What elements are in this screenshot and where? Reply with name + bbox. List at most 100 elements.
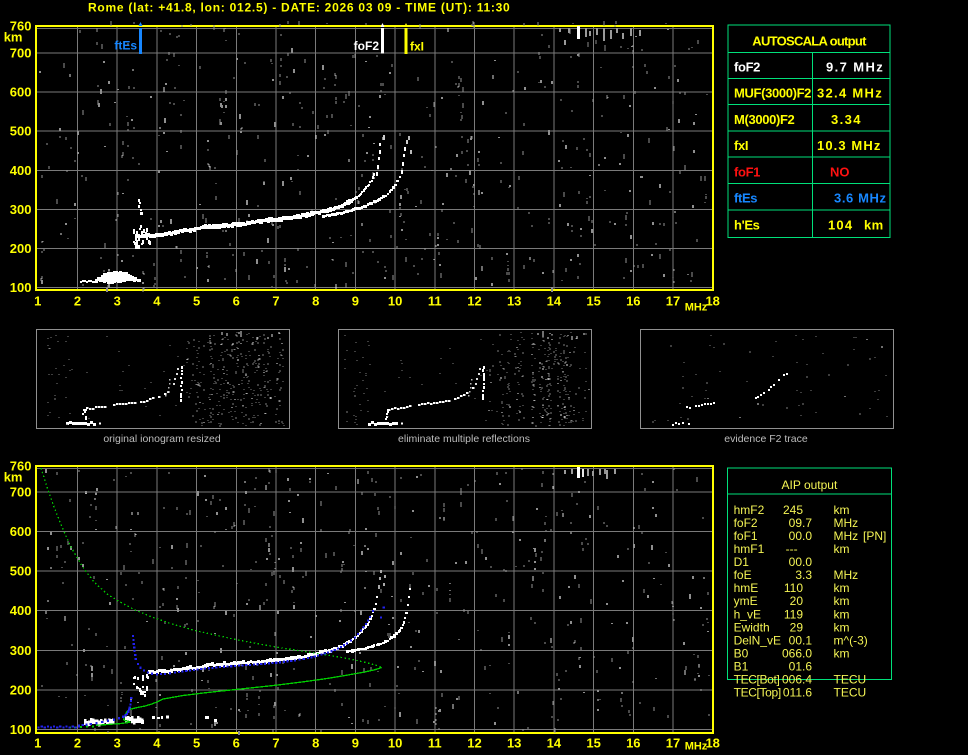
- svg-text:700: 700: [10, 46, 32, 61]
- svg-text:11: 11: [428, 735, 442, 750]
- svg-text:119: 119: [784, 607, 803, 621]
- svg-text:300: 300: [10, 643, 32, 658]
- svg-text:300: 300: [10, 202, 32, 217]
- svg-text:hmE: hmE: [734, 581, 759, 595]
- svg-text:13: 13: [507, 294, 521, 309]
- svg-text:104: 104: [828, 218, 853, 233]
- svg-text:245: 245: [783, 503, 803, 517]
- svg-text:29: 29: [790, 620, 804, 634]
- svg-text:5: 5: [193, 294, 200, 309]
- svg-text:500: 500: [10, 124, 32, 139]
- svg-text:foE: foE: [734, 568, 752, 582]
- svg-text:16: 16: [626, 735, 640, 750]
- svg-text:Ewidth: Ewidth: [734, 620, 770, 634]
- svg-text:eliminate multiple reflections: eliminate multiple reflections: [398, 433, 530, 445]
- svg-text:h_vE: h_vE: [734, 607, 761, 621]
- svg-text:foF2: foF2: [354, 39, 380, 53]
- svg-text:8: 8: [312, 735, 319, 750]
- svg-text:4: 4: [153, 735, 161, 750]
- svg-text:foF2: foF2: [734, 59, 760, 74]
- svg-text:32.4 MHz: 32.4 MHz: [817, 86, 883, 101]
- svg-text:10: 10: [388, 735, 402, 750]
- svg-text:foF1: foF1: [734, 529, 758, 543]
- svg-text:ymE: ymE: [734, 594, 758, 608]
- svg-text:01.6: 01.6: [789, 660, 813, 674]
- svg-text:Rome (lat: +41.8, lon: 012.5): Rome (lat: +41.8, lon: 012.5) - DATE: 20…: [88, 1, 510, 15]
- svg-text:500: 500: [10, 564, 32, 579]
- svg-text:7: 7: [272, 735, 279, 750]
- svg-text:110: 110: [784, 581, 803, 595]
- svg-text:3: 3: [114, 735, 121, 750]
- svg-text:TEC[Top]: TEC[Top]: [734, 686, 781, 700]
- svg-text:00.1: 00.1: [789, 633, 813, 647]
- svg-text:066.0: 066.0: [782, 646, 812, 660]
- svg-text:1: 1: [34, 294, 41, 309]
- svg-text:12: 12: [467, 735, 481, 750]
- svg-text:km: km: [834, 607, 850, 621]
- svg-text:4: 4: [153, 294, 161, 309]
- svg-text:100: 100: [10, 722, 32, 737]
- svg-text:km: km: [834, 620, 850, 634]
- svg-text:15: 15: [586, 294, 600, 309]
- svg-text:16: 16: [626, 294, 640, 309]
- svg-text:fxI: fxI: [734, 138, 748, 153]
- svg-text:18: 18: [705, 294, 719, 309]
- svg-text:km: km: [834, 503, 850, 517]
- svg-text:14: 14: [547, 294, 562, 309]
- svg-text:[PN]: [PN]: [863, 529, 886, 543]
- svg-text:---: ---: [786, 542, 798, 556]
- svg-text:17: 17: [666, 294, 680, 309]
- svg-text:MHz: MHz: [685, 302, 708, 314]
- svg-text:M(3000)F2: M(3000)F2: [734, 112, 795, 127]
- svg-text:fxI: fxI: [410, 40, 424, 54]
- svg-text:km: km: [834, 581, 850, 595]
- svg-text:17: 17: [666, 735, 680, 750]
- svg-text:h'Es: h'Es: [734, 218, 760, 233]
- svg-text:MUF(3000)F2: MUF(3000)F2: [734, 86, 811, 101]
- svg-text:6: 6: [233, 294, 240, 309]
- svg-text:3.6 MHz: 3.6 MHz: [834, 191, 887, 206]
- svg-text:3: 3: [114, 294, 121, 309]
- svg-text:2: 2: [74, 294, 81, 309]
- svg-text:00.0: 00.0: [789, 555, 813, 569]
- svg-text:AUTOSCALA output: AUTOSCALA output: [752, 34, 867, 49]
- svg-text:10.3 MHz: 10.3 MHz: [817, 138, 881, 153]
- svg-text:7: 7: [272, 294, 279, 309]
- svg-text:hmF1: hmF1: [734, 542, 765, 556]
- svg-text:200: 200: [10, 682, 32, 697]
- svg-text:400: 400: [10, 163, 32, 178]
- svg-text:1: 1: [34, 735, 41, 750]
- svg-text:B1: B1: [734, 660, 749, 674]
- svg-text:20: 20: [790, 594, 804, 608]
- svg-text:5: 5: [193, 735, 200, 750]
- svg-text:NO: NO: [830, 164, 850, 179]
- svg-text:AIP output: AIP output: [781, 478, 837, 492]
- svg-text:100: 100: [10, 280, 32, 295]
- svg-text:10: 10: [388, 294, 402, 309]
- svg-text:11: 11: [428, 294, 442, 309]
- svg-text:TECU: TECU: [834, 673, 867, 687]
- svg-text:km: km: [834, 542, 850, 556]
- svg-text:600: 600: [10, 85, 32, 100]
- svg-text:km: km: [4, 470, 23, 485]
- svg-text:B0: B0: [734, 646, 749, 660]
- svg-text:TEC[Bot]: TEC[Bot]: [734, 673, 780, 687]
- svg-text:15: 15: [586, 735, 600, 750]
- svg-text:6: 6: [233, 735, 240, 750]
- svg-text:foF2: foF2: [734, 516, 758, 530]
- svg-text:MHz: MHz: [834, 529, 859, 543]
- svg-text:original ionogram resized: original ionogram resized: [103, 433, 220, 445]
- svg-text:9: 9: [352, 735, 359, 750]
- svg-text:3.34: 3.34: [831, 112, 862, 127]
- svg-text:ftEs: ftEs: [114, 39, 137, 53]
- svg-text:foF1: foF1: [734, 164, 760, 179]
- svg-text:DelN_vE: DelN_vE: [734, 633, 781, 647]
- svg-text:011.6: 011.6: [783, 686, 812, 700]
- svg-text:MHz: MHz: [834, 568, 859, 582]
- svg-text:TECU: TECU: [834, 686, 867, 700]
- svg-text:18: 18: [705, 735, 719, 750]
- svg-text:700: 700: [10, 484, 32, 499]
- svg-text:km: km: [834, 646, 850, 660]
- svg-text:km: km: [4, 30, 23, 45]
- svg-text:09.7: 09.7: [789, 516, 813, 530]
